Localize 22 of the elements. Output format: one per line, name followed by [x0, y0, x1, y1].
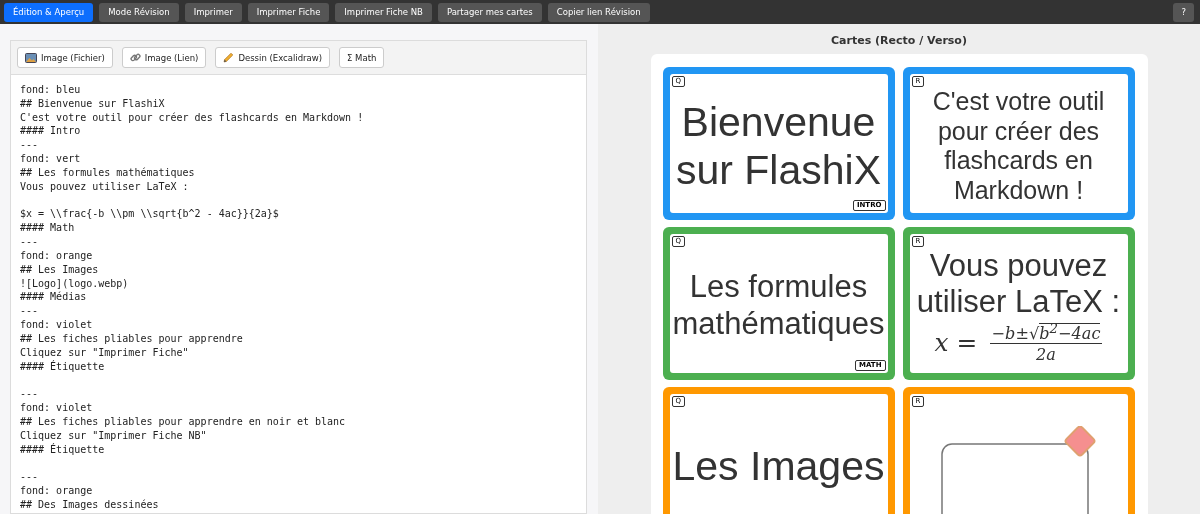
toolbar-button[interactable]: Σ Math — [339, 47, 385, 68]
mode-button[interactable]: Imprimer Fiche NB — [335, 2, 432, 22]
link-icon — [129, 52, 141, 63]
card-text: Les formules mathématiques — [671, 269, 886, 343]
mode-button[interactable]: Imprimer — [184, 2, 242, 22]
mode-button[interactable]: Partager mes cartes — [437, 2, 542, 22]
markdown-editor[interactable]: fond: bleu ## Bienvenue sur FlashiX C'est votre outil pour créer des flashcards en Markdown ! #### Intro --- fond: vert ## Les formules mathématiques Vous pouvez utiliser LaTeX : $x = \\frac{-b \\pm \\sqrt{b^2 - 4ac}}{2a}$ #### Math --- fond: orange ## Les Images ![Logo](logo.webp) #### Médias --- fond: violet ## Les fiches pliables pour apprendre Cliquez sur "Imprimer Fiche" #### Étiquette --- fond: violet ## Les fiches pliables pour apprendre en noir et blanc Cliquez sur "Imprimer Fiche NB" #### Étiquette --- fond: orange ## Des Images dessinées — [11, 75, 586, 513]
image-icon — [25, 52, 37, 63]
mode-button[interactable]: Imprimer Fiche — [247, 2, 330, 22]
toolbar-button[interactable]: Image (Lien) — [121, 47, 207, 68]
mode-button[interactable]: Copier lien Révision — [547, 2, 650, 22]
card-text: Bienvenue sur FlashiX — [674, 97, 883, 195]
toolbar-button[interactable]: Image (Fichier) — [17, 47, 113, 68]
mode-button[interactable]: Mode Révision — [99, 2, 179, 22]
preview-title: Cartes (Recto / Verso) — [831, 34, 967, 47]
mode-button[interactable]: Édition & Aperçu — [4, 2, 94, 22]
pencil-icon — [223, 52, 235, 63]
help-button[interactable]: ? — [1173, 2, 1194, 22]
card-text: Les Images — [672, 441, 885, 491]
card-text: Vous pouvez utiliser LaTeX : — [915, 247, 1122, 321]
toolbar-button[interactable]: Dessin (Excalidraw) — [215, 47, 331, 68]
card-text: C'est votre outil pour créer des flashcards en Markdown ! — [931, 87, 1106, 205]
